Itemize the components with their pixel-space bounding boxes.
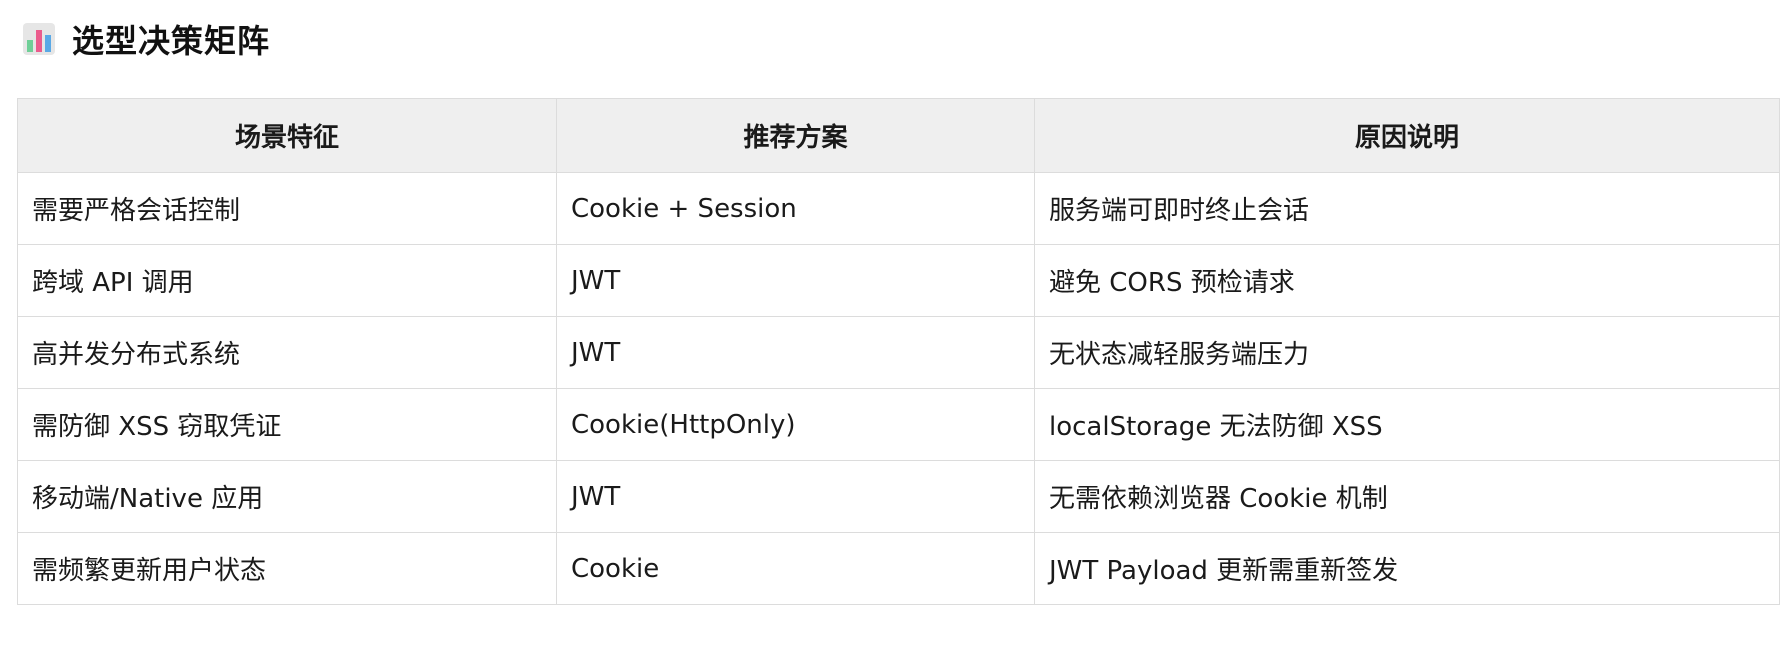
- table-row: 移动端/Native 应用 JWT 无需依赖浏览器 Cookie 机制: [17, 460, 1780, 533]
- recommendation-cell: Cookie: [556, 532, 1035, 605]
- table-header-row: 场景特征 推荐方案 原因说明: [17, 98, 1780, 173]
- scenario-cell: 需防御 XSS 窃取凭证: [17, 388, 557, 461]
- reason-cell: 无需依赖浏览器 Cookie 机制: [1034, 460, 1780, 533]
- scenario-cell: 需要严格会话控制: [17, 172, 557, 245]
- scenario-cell: 移动端/Native 应用: [17, 460, 557, 533]
- recommendation-cell: JWT: [556, 244, 1035, 317]
- table-row: 需频繁更新用户状态 Cookie JWT Payload 更新需重新签发: [17, 532, 1780, 605]
- recommendation-cell: Cookie + Session: [556, 172, 1035, 245]
- column-header-recommendation: 推荐方案: [556, 98, 1035, 173]
- recommendation-cell: JWT: [556, 316, 1035, 389]
- reason-cell: JWT Payload 更新需重新签发: [1034, 532, 1780, 605]
- reason-cell: localStorage 无法防御 XSS: [1034, 388, 1780, 461]
- scenario-cell: 跨域 API 调用: [17, 244, 557, 317]
- scenario-cell: 需频繁更新用户状态: [17, 532, 557, 605]
- section-title: 选型决策矩阵: [72, 22, 271, 60]
- scenario-cell: 高并发分布式系统: [17, 316, 557, 389]
- column-header-reason: 原因说明: [1034, 98, 1780, 173]
- page: 选型决策矩阵 场景特征 推荐方案 原因说明 需要严格会话控制 Cookie + …: [0, 0, 1792, 648]
- table-row: 高并发分布式系统 JWT 无状态减轻服务端压力: [17, 316, 1780, 389]
- table-row: 跨域 API 调用 JWT 避免 CORS 预检请求: [17, 244, 1780, 317]
- decision-matrix-table: 场景特征 推荐方案 原因说明 需要严格会话控制 Cookie + Session…: [17, 98, 1780, 605]
- bar-chart-icon: [22, 22, 56, 56]
- section-heading: 选型决策矩阵: [22, 16, 270, 62]
- reason-cell: 服务端可即时终止会话: [1034, 172, 1780, 245]
- table-row: 需防御 XSS 窃取凭证 Cookie(HttpOnly) localStora…: [17, 388, 1780, 461]
- column-header-scenario: 场景特征: [17, 98, 557, 173]
- reason-cell: 无状态减轻服务端压力: [1034, 316, 1780, 389]
- recommendation-cell: Cookie(HttpOnly): [556, 388, 1035, 461]
- reason-cell: 避免 CORS 预检请求: [1034, 244, 1780, 317]
- recommendation-cell: JWT: [556, 460, 1035, 533]
- table-row: 需要严格会话控制 Cookie + Session 服务端可即时终止会话: [17, 172, 1780, 245]
